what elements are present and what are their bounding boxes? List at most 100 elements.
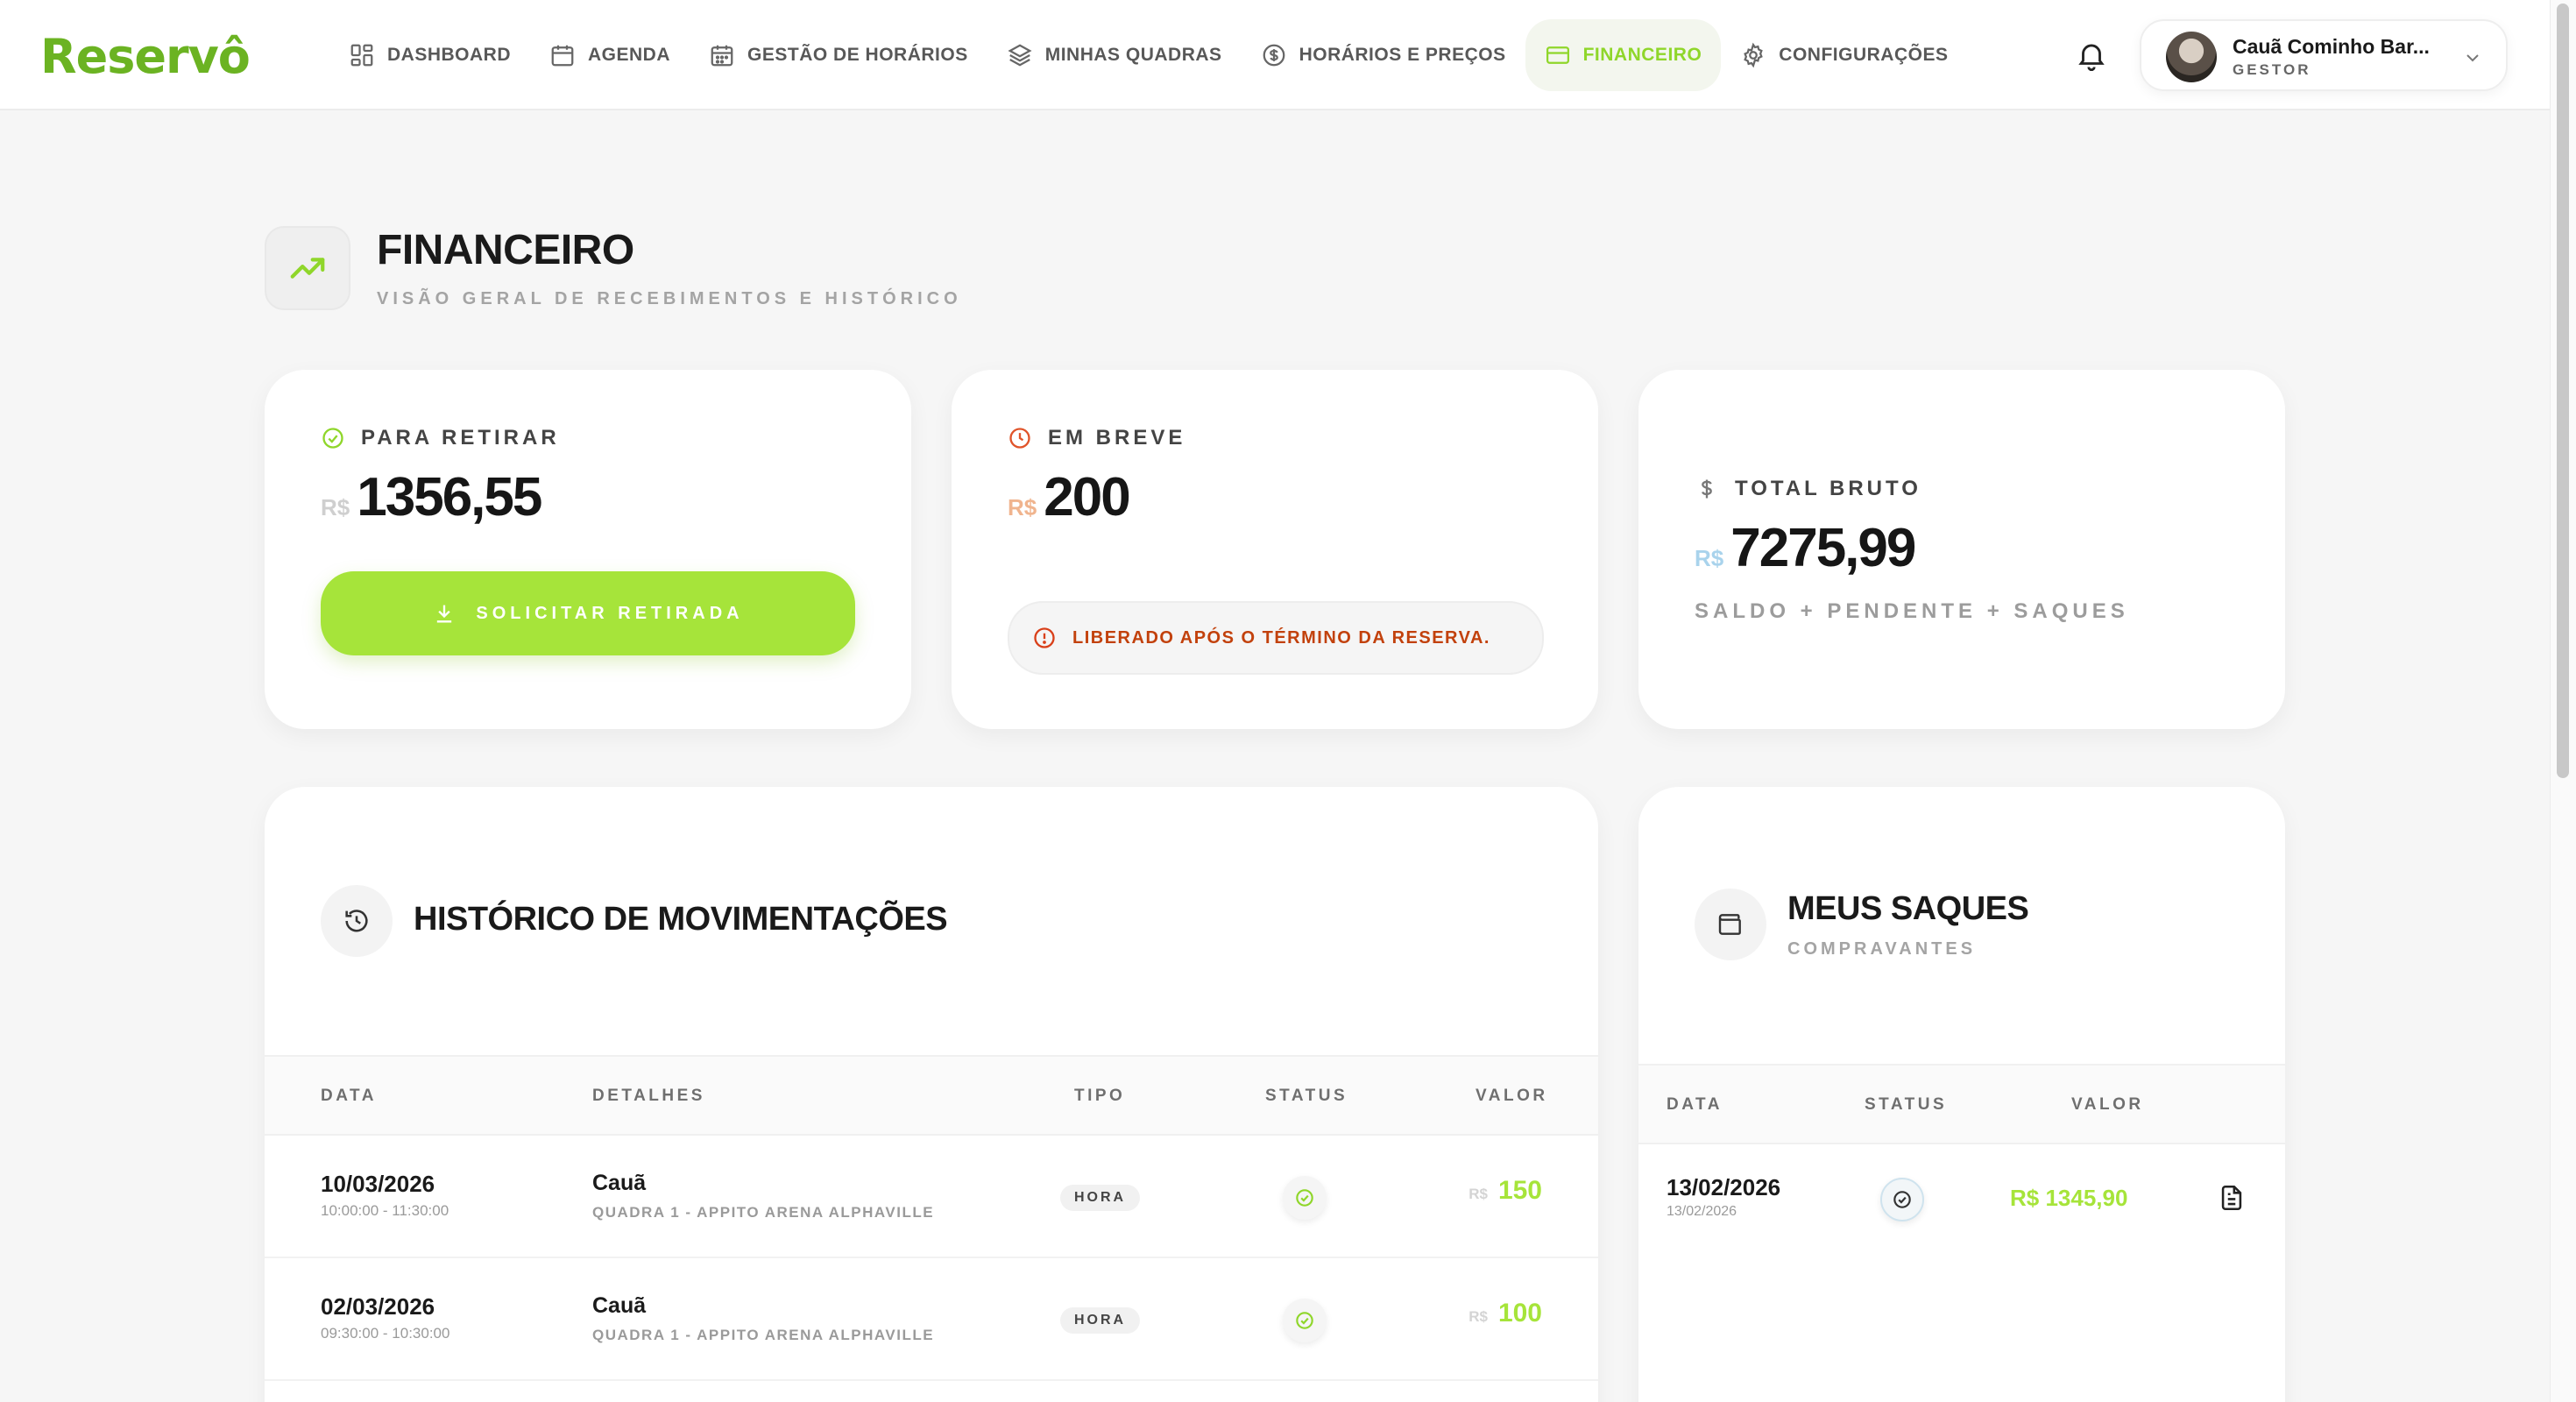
currency-symbol: R$	[321, 494, 350, 520]
nav-item-label: FINANCEIRO	[1582, 45, 1702, 65]
withdrawal-date-small: 13/02/2026	[1667, 1204, 1737, 1219]
history-icon	[321, 885, 393, 957]
main-nav: DASHBOARD AGENDA GESTÃO DE HORÁRIOS MINH…	[329, 19, 1967, 91]
gross-total-card: TOTAL BRUTO R$ 7275,99 SALDO + PENDENTE …	[1638, 370, 2285, 729]
page-subtitle: VISÃO GERAL DE RECEBIMENTOS E HISTÓRICO	[377, 289, 962, 308]
column-header-status: STATUS	[1865, 1095, 1948, 1114]
pending-amount-value: 200	[1044, 467, 1130, 528]
table-row[interactable]: 13/02/2026 13/02/2026 R$ 1345,90	[1638, 1146, 2285, 1269]
nav-item-label: AGENDA	[588, 45, 671, 65]
row-value: R$ 150	[1468, 1176, 1542, 1206]
calendar-icon	[551, 45, 574, 67]
gross-label-text: TOTAL BRUTO	[1735, 477, 1921, 500]
row-court: QUADRA 1 - APPITO ARENA ALPHAVILLE	[592, 1327, 935, 1343]
row-customer-name: Cauã	[592, 1293, 647, 1318]
available-amount: R$ 1356,55	[321, 466, 542, 528]
row-time: 10:00:00 - 11:30:00	[321, 1202, 449, 1219]
currency-symbol: R$	[1468, 1186, 1488, 1202]
column-header-value: VALOR	[2071, 1095, 2144, 1114]
nav-item-agenda[interactable]: AGENDA	[530, 19, 690, 91]
currency-symbol: R$	[1468, 1308, 1488, 1325]
row-date: 02/03/2026	[321, 1293, 435, 1320]
nav-item-minhas-quadras[interactable]: MINHAS QUADRAS	[987, 19, 1242, 91]
notification-bell-icon[interactable]	[2075, 39, 2108, 72]
withdrawals-subtitle: COMPRAVANTES	[1787, 939, 1977, 959]
history-card: HISTÓRICO DE MOVIMENTAÇÕES DATA DETALHES…	[265, 787, 1598, 1402]
user-menu[interactable]: Cauã Cominho Bar... GESTOR	[2140, 19, 2508, 91]
nav-item-label: DASHBOARD	[387, 45, 511, 65]
alert-circle-icon	[1034, 627, 1055, 648]
status-completed-icon	[1283, 1299, 1327, 1342]
nav-item-financeiro[interactable]: FINANCEIRO	[1525, 19, 1722, 91]
gross-amount: R$ 7275,99	[1695, 517, 1916, 579]
calendar-grid-icon	[711, 45, 733, 67]
chevron-down-icon	[2466, 54, 2479, 62]
row-value: R$ 100	[1468, 1299, 1542, 1328]
column-header-date: DATA	[321, 1087, 377, 1105]
table-row[interactable]: 10/03/2026 10:00:00 - 11:30:00 Cauã QUAD…	[265, 1136, 1598, 1258]
column-header-details: DETALHES	[592, 1087, 705, 1105]
trending-up-icon	[265, 226, 350, 310]
nav-item-label: CONFIGURAÇÕES	[1779, 45, 1949, 65]
receipt-document-icon[interactable]	[2217, 1183, 2247, 1213]
status-pending-icon	[1880, 1178, 1924, 1221]
column-header-value: VALOR	[1476, 1087, 1548, 1105]
withdrawal-date: 13/02/2026	[1667, 1174, 1781, 1200]
request-withdrawal-button[interactable]: SOLICITAR RETIRADA	[321, 571, 855, 655]
page-title: FINANCEIRO	[377, 227, 634, 273]
available-balance-card: PARA RETIRAR R$ 1356,55 SOLICITAR RETIRA…	[265, 370, 911, 729]
pending-balance-card: EM BREVE R$ 200 LIBERADO APÓS O TÉRMINO …	[952, 370, 1598, 729]
nav-item-dashboard[interactable]: DASHBOARD	[329, 19, 530, 91]
avatar	[2166, 32, 2217, 82]
row-customer-name: Cauã	[592, 1171, 647, 1195]
wallet-icon	[1695, 889, 1766, 960]
type-badge: HORA	[1060, 1185, 1141, 1211]
nav-item-label: MINHAS QUADRAS	[1044, 45, 1222, 65]
nav-item-configuracoes[interactable]: CONFIGURAÇÕES	[1721, 19, 1967, 91]
history-title: HISTÓRICO DE MOVIMENTAÇÕES	[414, 901, 948, 938]
available-label: PARA RETIRAR	[321, 426, 560, 450]
clock-icon	[1009, 428, 1030, 449]
row-value-amount: 100	[1497, 1299, 1542, 1328]
nav-item-label: GESTÃO DE HORÁRIOS	[747, 45, 968, 65]
release-note-text: LIBERADO APÓS O TÉRMINO DA RESERVA.	[1072, 627, 1490, 648]
pending-amount: R$ 200	[1008, 466, 1131, 528]
nav-item-gestao-horarios[interactable]: GESTÃO DE HORÁRIOS	[690, 19, 987, 91]
column-header-date: DATA	[1667, 1095, 1723, 1114]
reservo-logo-mark: Reservô	[40, 29, 251, 81]
dollar-icon	[1702, 479, 1712, 499]
withdrawals-title: MEUS SAQUES	[1787, 890, 2029, 927]
withdrawals-table-header: DATA STATUS VALOR	[1638, 1064, 2285, 1144]
row-court: QUADRA 1 - APPITO ARENA ALPHAVILLE	[592, 1204, 935, 1221]
table-row[interactable]: 02/03/2026 09:30:00 - 10:30:00 Cauã QUAD…	[265, 1258, 1598, 1381]
check-circle-icon	[322, 428, 343, 449]
gross-subtitle: SALDO + PENDENTE + SAQUES	[1695, 599, 2129, 623]
release-note: LIBERADO APÓS O TÉRMINO DA RESERVA.	[1008, 601, 1544, 675]
svg-text:Reservô: Reservô	[40, 29, 250, 81]
row-date: 10/03/2026	[321, 1171, 435, 1197]
request-withdrawal-label: SOLICITAR RETIRADA	[476, 603, 744, 623]
withdrawal-value: R$ 1345,90	[2010, 1185, 2128, 1211]
status-completed-icon	[1283, 1176, 1327, 1220]
layers-icon	[1008, 44, 1032, 67]
column-header-type: TIPO	[1074, 1087, 1126, 1105]
type-badge: HORA	[1060, 1307, 1141, 1334]
scrollbar-thumb[interactable]	[2557, 4, 2569, 778]
grid-icon	[350, 44, 373, 67]
gross-amount-value: 7275,99	[1730, 518, 1916, 578]
download-icon	[437, 605, 452, 623]
dollar-circle-icon	[1263, 44, 1284, 67]
currency-symbol: R$	[1008, 494, 1037, 520]
row-value-amount: 150	[1497, 1176, 1542, 1205]
brand-logo[interactable]: Reservô	[40, 25, 294, 86]
withdrawals-card: MEUS SAQUES COMPRAVANTES DATA STATUS VAL…	[1638, 787, 2285, 1402]
available-label-text: PARA RETIRAR	[361, 426, 560, 450]
gross-label: TOTAL BRUTO	[1695, 477, 1921, 501]
nav-item-horarios-precos[interactable]: HORÁRIOS E PREÇOS	[1242, 19, 1525, 91]
credit-card-icon	[1546, 46, 1569, 64]
nav-item-label: HORÁRIOS E PREÇOS	[1299, 45, 1506, 65]
history-table-header: DATA DETALHES TIPO STATUS VALOR	[265, 1055, 1598, 1136]
gear-icon	[1744, 42, 1764, 68]
row-time: 09:30:00 - 10:30:00	[321, 1325, 450, 1342]
user-name: Cauã Cominho Bar...	[2233, 35, 2430, 58]
